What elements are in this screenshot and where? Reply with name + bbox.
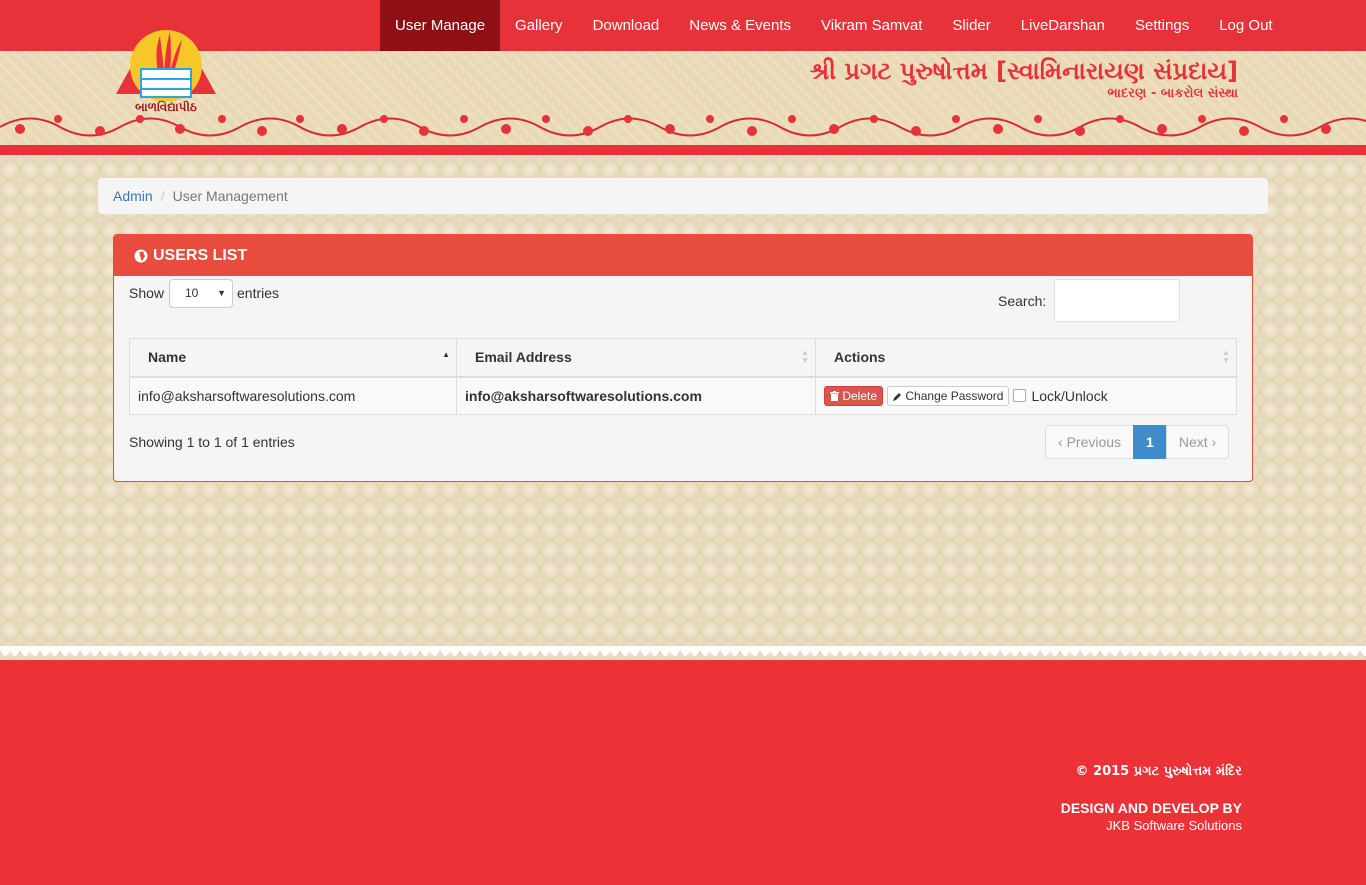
cell-name: info@aksharsoftwaresolutions.com [129,376,457,415]
previous-label: Previous [1066,434,1122,450]
nav-news-events[interactable]: News & Events [674,0,806,51]
column-header-name[interactable]: Name ▲ [129,338,457,378]
delete-label: Delete [842,388,878,403]
nav-user-manage[interactable]: User Manage [380,0,501,51]
show-label: Show [129,285,165,301]
nav-download[interactable]: Download [578,0,675,51]
table-row: info@aksharsoftwaresolutions.com info@ak… [129,376,1237,415]
users-list-panel: USERS LIST Show 10 ▼ entries Search: Nam… [113,234,1253,482]
nav-gallery[interactable]: Gallery [500,0,578,51]
delete-button[interactable]: Delete [824,385,884,406]
sort-asc-icon: ▲ [442,350,450,359]
column-label-actions: Actions [834,349,886,366]
nav-settings[interactable]: Settings [1120,0,1204,51]
sort-both-icon: ▲ ▼ [801,348,809,365]
table-info: Showing 1 to 1 of 1 entries [129,434,295,450]
chevron-left-icon: ‹ [1058,434,1063,450]
page-size-value: 10 [185,286,199,300]
lock-checkbox[interactable] [1013,389,1027,403]
search-input[interactable] [1054,279,1180,322]
pencil-icon [893,392,902,401]
trash-icon [830,390,839,401]
change-password-label: Change Password [905,388,1004,403]
banner-bottom-stripe [0,145,1366,155]
panel-heading: USERS LIST [114,235,1252,276]
lock-label: Lock/Unlock [1031,387,1108,404]
scalloped-edge [0,646,1366,656]
breadcrumb-admin-link[interactable]: Admin [113,188,153,204]
pagination-page-1[interactable]: 1 [1133,425,1167,459]
pagination-previous[interactable]: ‹ Previous [1045,425,1135,459]
search-label: Search: [998,293,1047,309]
column-header-actions[interactable]: Actions ▲ ▼ [815,338,1237,378]
footer-design-label: DESIGN AND DEVELOP BY [1060,800,1242,816]
users-table: Name ▲ Email Address ▲ ▼ Actions ▲ ▼ info@… [129,338,1237,415]
entries-label: entries [237,285,280,301]
nav-vikram-samvat[interactable]: Vikram Samvat [806,0,937,51]
footer-developer: JKB Software Solutions [1106,818,1242,833]
breadcrumb-current: User Management [172,188,288,204]
pagination-next[interactable]: Next › [1165,425,1230,459]
nav-slider[interactable]: Slider [937,0,1005,51]
site-title: શ્રી પ્રગટ પુરુષોત્તમ [સ્વામિનારાયણ સંપ્… [809,57,1238,85]
nav-live-darshan[interactable]: LiveDarshan [1006,0,1120,51]
nav-log-out[interactable]: Log Out [1204,0,1287,51]
pagination: ‹ Previous 1 Next › [1045,425,1230,459]
change-password-button[interactable]: Change Password [887,385,1010,406]
cell-actions: Delete Change Password Lock/Unlock [815,376,1237,415]
page-size-select[interactable]: 10 ▼ [169,279,233,308]
footer: © 2015 પ્રગટ પુરુષોત્તમ મંદિર DESIGN AND… [0,646,1366,885]
cell-email: info@aksharsoftwaresolutions.com [456,376,816,415]
sort-both-icon: ▲ ▼ [1222,348,1230,365]
logo-label: બાળવિદ્યાપીઠ [135,100,197,114]
site-subtitle: ભાદરણ - બાકરોલ સંસ્થા [1107,86,1238,101]
next-label: Next [1178,434,1208,450]
footer-copyright: © 2015 પ્રગટ પુરુષોત્તમ મંદિર [1075,764,1242,779]
panel-title: USERS LIST [153,246,248,264]
globe-icon [134,249,148,262]
breadcrumb-separator: / [160,188,165,204]
main-nav: User Manage Gallery Download News & Even… [380,0,1288,51]
select-caret-icon: ▼ [217,288,226,298]
column-label-name: Name [148,349,187,366]
chevron-right-icon: › [1211,434,1217,450]
column-label-email: Email Address [475,349,572,366]
breadcrumb: Admin / User Management [98,178,1268,214]
column-header-email[interactable]: Email Address ▲ ▼ [456,338,816,378]
